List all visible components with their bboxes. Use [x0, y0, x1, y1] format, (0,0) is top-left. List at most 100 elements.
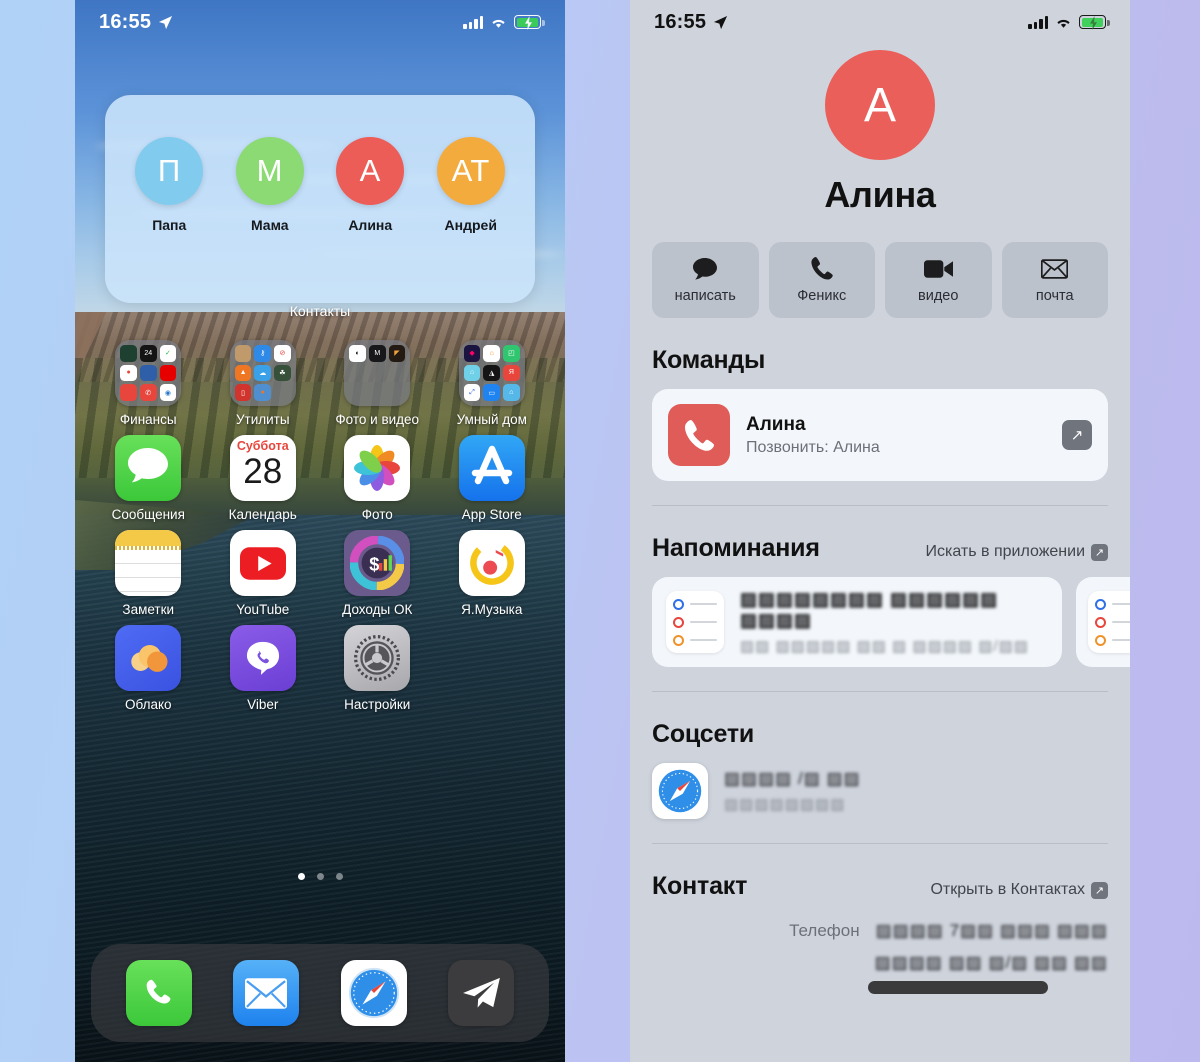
action-video-button[interactable]: видео [885, 242, 992, 318]
mini-icon-empty [389, 384, 406, 401]
folder-finance[interactable]: 24 ✓ ● ✆ ◉ Финансы [91, 340, 206, 427]
cloud-icon [115, 625, 182, 691]
contact-name: Алина [824, 174, 936, 215]
app-settings[interactable]: Настройки [320, 625, 435, 712]
field-phone-2[interactable]: ▨▨▨▨ ▨▨ ▨/▨ ▨▨ ▨▨ [652, 953, 1108, 973]
reminder-texts: ▨▨▨▨▨▨▨▨ ▨▨▨▨▨▨ ▨▨▨▨ ▨▨ ▨▨▨▨▨ ▨▨ ▨ ▨▨▨▨ … [740, 589, 1048, 655]
dock-mail-icon[interactable] [233, 960, 300, 1026]
battery-charging-icon [514, 15, 545, 30]
reminder-line [1095, 616, 1130, 628]
app-label: Утилиты [235, 412, 290, 427]
mini-icon-empty [349, 365, 366, 382]
action-label: видео [918, 287, 959, 304]
action-message-button[interactable]: написать [652, 242, 759, 318]
phone-handset-icon [668, 404, 730, 466]
shortcut-card[interactable]: Алина Позвонить: Алина ↗ [652, 389, 1108, 481]
battery-charging-icon [1079, 15, 1110, 30]
app-income-ok[interactable]: $ Доходы ОК [320, 530, 435, 617]
calendar-icon: Суббота 28 [229, 435, 296, 501]
reminder-line [673, 598, 717, 610]
folder-icon: ⚷ ⊘ ▲ ☁ ☘ ▯ ● [229, 340, 296, 406]
app-label: Финансы [119, 412, 177, 427]
mini-icon: ⌂ [463, 364, 481, 382]
folder-photo-video[interactable]: ◐ M ◤ Фото и видео [320, 340, 435, 427]
mini-icon: Я [503, 364, 520, 382]
app-grid: 24 ✓ ● ✆ ◉ Финансы ⚷ ⊘ ▲ ☁ ☘ ▯ ● Утилиты… [91, 340, 549, 720]
app-cloud[interactable]: Облако [91, 625, 206, 712]
dock [91, 944, 549, 1042]
action-call-button[interactable]: Феникс [768, 242, 875, 318]
section-social: Соцсети ▨▨▨▨ /▨ ▨▨ ▨▨▨▨▨▨▨▨ [652, 720, 1108, 844]
widget-contact-0[interactable]: П Папа [123, 137, 215, 233]
app-photos[interactable]: Фото [320, 435, 435, 522]
location-arrow-icon [714, 15, 728, 29]
social-item[interactable]: ▨▨▨▨ /▨ ▨▨ ▨▨▨▨▨▨▨▨ [652, 763, 1108, 819]
mini-icon [159, 364, 177, 382]
field-label: Телефон [789, 921, 860, 940]
app-appstore[interactable]: App Store [435, 435, 550, 522]
app-label: Календарь [228, 507, 297, 522]
mini-icon: ☘ [274, 364, 291, 382]
page-dot-3[interactable] [335, 873, 343, 880]
message-bubble-icon [692, 257, 718, 281]
reminder-title: ▨▨▨▨▨▨▨▨ ▨▨▨▨▨▨ ▨▨▨▨ [740, 589, 999, 630]
app-youtube[interactable]: YouTube [206, 530, 321, 617]
mini-icon [120, 345, 137, 362]
dock-safari-icon[interactable] [340, 960, 407, 1026]
app-yandex-music[interactable]: Я.Музыка [435, 530, 550, 617]
app-label: Облако [124, 697, 172, 712]
avatar: П [135, 137, 204, 205]
cellular-bars-icon [1028, 16, 1048, 29]
mini-icon: ◰ [503, 345, 520, 362]
mini-icon: ⤢ [463, 384, 481, 401]
contacts-widget[interactable]: П Папа М Мама А Алина АТ Андрей [105, 95, 535, 303]
envelope-icon [1041, 257, 1069, 281]
open-in-contacts-link[interactable]: Открыть в Контактах ↗ [930, 881, 1108, 899]
mini-icon: ◆ [463, 345, 481, 362]
open-external-icon[interactable]: ↗ [1062, 420, 1092, 450]
widget-contact-1[interactable]: М Мама [224, 137, 316, 233]
app-viber[interactable]: Viber [206, 625, 321, 712]
divider [652, 843, 1108, 844]
reminder-card-next[interactable] [1076, 577, 1130, 667]
section-title: Соцсети [652, 720, 755, 748]
field-phone[interactable]: Телефон ▨▨▨▨ 7▨▨ ▨▨▨ ▨▨▨ [652, 921, 1108, 941]
redaction-bar [868, 981, 1048, 994]
widget-contact-2[interactable]: А Алина [324, 137, 416, 233]
mini-icon-empty [369, 365, 386, 382]
status-bar-home: 16:55 [75, 0, 565, 44]
reminder-line [673, 634, 717, 646]
folder-icon: ◐ M ◤ [344, 340, 411, 406]
open-external-icon: ↗ [1091, 543, 1108, 561]
contact-fields: Телефон ▨▨▨▨ 7▨▨ ▨▨▨ ▨▨▨ ▨▨▨▨ ▨▨ ▨/▨ ▨▨ … [652, 921, 1108, 994]
reminder-card[interactable]: ▨▨▨▨▨▨▨▨ ▨▨▨▨▨▨ ▨▨▨▨ ▨▨ ▨▨▨▨▨ ▨▨ ▨ ▨▨▨▨ … [652, 577, 1062, 667]
shortcut-subtitle: Позвонить: Алина [746, 438, 880, 456]
search-in-app-link[interactable]: Искать в приложении ↗ [926, 543, 1108, 561]
dock-phone-icon[interactable] [125, 960, 192, 1026]
page-dot-2[interactable] [316, 873, 324, 880]
reminders-carousel[interactable]: ▨▨▨▨▨▨▨▨ ▨▨▨▨▨▨ ▨▨▨▨ ▨▨ ▨▨▨▨▨ ▨▨ ▨ ▨▨▨▨ … [652, 577, 1130, 667]
folder-smart-home[interactable]: ◆ ⌂ ◰ ⌂ ◮ Я ⤢ ▭ ⌂ Умный дом [435, 340, 550, 427]
app-messages[interactable]: Сообщения [91, 435, 206, 522]
widget-contact-3[interactable]: АТ Андрей [425, 137, 517, 233]
page-dot-1[interactable] [297, 873, 305, 880]
mini-icon: ◤ [388, 345, 406, 362]
app-label: Настройки [344, 697, 411, 712]
mini-icon: ◐ [349, 345, 366, 362]
action-label: написать [674, 287, 736, 304]
wifi-icon [492, 19, 505, 28]
page-dots[interactable] [75, 873, 565, 880]
app-calendar[interactable]: Суббота 28 Календарь [206, 435, 321, 522]
contact-name: Алина [348, 217, 393, 233]
folder-icon: ◆ ⌂ ◰ ⌂ ◮ Я ⤢ ▭ ⌂ [458, 340, 525, 406]
app-notes[interactable]: Заметки [91, 530, 206, 617]
folder-utilities[interactable]: ⚷ ⊘ ▲ ☁ ☘ ▯ ● Утилиты [206, 340, 321, 427]
mini-icon: ✆ [139, 384, 157, 401]
contact-sheet-scroll[interactable]: А Алина написать Феникс видео почта Кома… [630, 0, 1130, 1062]
dock-telegram-icon[interactable] [448, 960, 515, 1026]
contact-name: Мама [250, 217, 289, 233]
reminder-subtitle: ▨▨ ▨▨▨▨▨ ▨▨ ▨ ▨▨▨▨ ▨/▨▨ [740, 638, 1029, 655]
app-row-3: Заметки YouTube $ Доходы ОК Я.Музыка [91, 530, 549, 625]
action-mail-button[interactable]: почта [1001, 242, 1108, 318]
action-buttons: написать Феникс видео почта [652, 242, 1108, 318]
